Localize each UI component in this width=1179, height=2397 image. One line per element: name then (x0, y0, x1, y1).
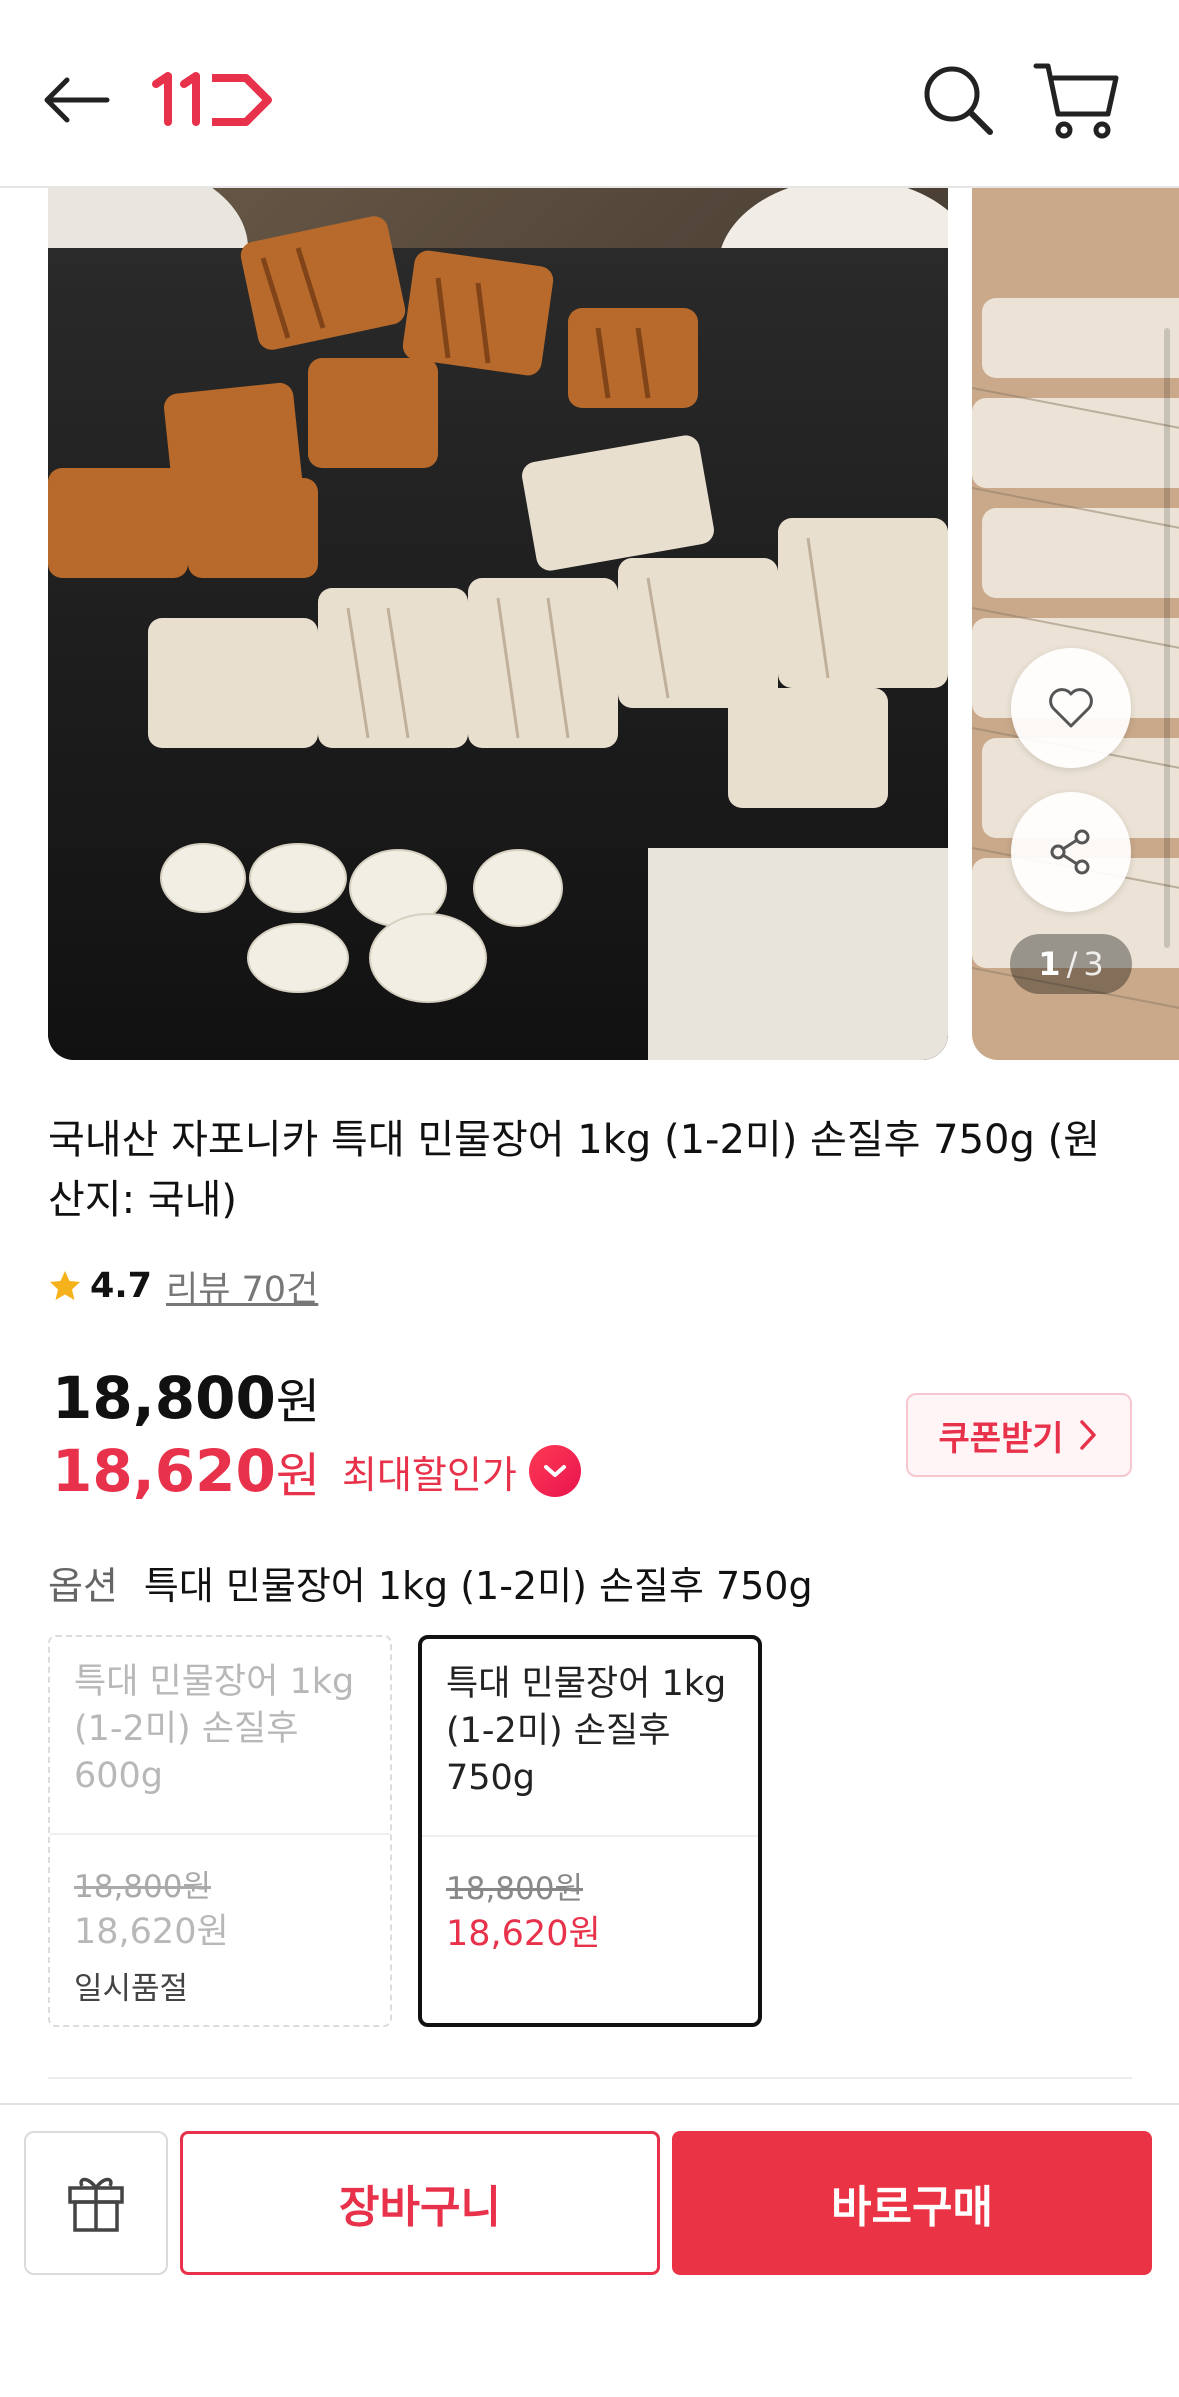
11st-logo[interactable] (150, 70, 280, 130)
coupon-button[interactable]: 쿠폰받기 (906, 1393, 1132, 1477)
sale-price-currency: 원 (275, 1448, 320, 1504)
coupon-button-label: 쿠폰받기 (938, 1418, 1064, 1459)
buy-now-button[interactable]: 바로구매 (672, 2131, 1152, 2275)
sale-price: 18,620 원 최대할인가 (52, 1436, 581, 1506)
option-card-600g[interactable]: 특대 민물장어 1kg (1-2미) 손질후 600g 18,800원 18,6… (48, 1635, 392, 2027)
carousel-scrollbar (1164, 328, 1170, 948)
star-icon (50, 1271, 80, 1300)
original-price: 18,800원 (52, 1362, 320, 1432)
back-button[interactable] (38, 62, 114, 138)
original-price-currency: 원 (275, 1374, 320, 1430)
chevron-down-icon (543, 1465, 566, 1477)
option-selected-text: 특대 민물장어 1kg (1-2미) 손질후 750g (143, 1564, 813, 1608)
pager-separator: / (1066, 945, 1078, 983)
max-discount-toggle[interactable] (528, 1445, 581, 1497)
heart-icon (1049, 688, 1093, 728)
gift-button[interactable] (24, 2131, 168, 2275)
cart-button[interactable] (1032, 58, 1122, 142)
gift-icon (68, 2177, 124, 2232)
image-pager: 1 / 3 (1010, 934, 1132, 994)
wishlist-button[interactable] (1011, 648, 1131, 768)
product-title: 국내산 자포니카 특대 민물장어 1kg (1-2미) 손질후 750g (원산… (48, 1117, 1101, 1223)
cart-icon (1033, 63, 1119, 139)
review-count-link[interactable]: 리뷰 70건 (166, 1261, 318, 1312)
add-to-cart-button[interactable]: 장바구니 (180, 2131, 660, 2275)
product-image-next[interactable] (972, 188, 1179, 1060)
bottom-action-bar: 장바구니 바로구매 (0, 2103, 1179, 2397)
section-divider (48, 2077, 1132, 2079)
option-divider (50, 1833, 390, 1835)
option-sale-price: 18,620원 (74, 1912, 229, 1952)
rating-score: 4.7 (90, 1266, 153, 1306)
product-image-carousel[interactable]: 1 / 3 (0, 188, 1179, 1060)
option-divider (422, 1835, 758, 1837)
original-price-value: 18,800 (52, 1364, 276, 1432)
back-arrow-icon (44, 77, 110, 123)
pager-total: 3 (1083, 945, 1104, 983)
chevron-right-icon (1079, 1420, 1096, 1450)
option-name: 특대 민물장어 1kg (1-2미) 손질후 750g (446, 1664, 727, 1798)
option-label: 옵션 (48, 1564, 118, 1608)
option-original-price: 18,800원 (446, 1871, 583, 1907)
option-original-price: 18,800원 (74, 1869, 211, 1905)
search-icon (924, 66, 993, 135)
top-header (0, 0, 1179, 188)
rating-row: 4.7 리뷰 70건 (48, 1262, 318, 1310)
max-discount-label[interactable]: 최대할인가 (342, 1444, 517, 1499)
sale-price-value: 18,620 (52, 1437, 276, 1505)
option-status: 일시품절 (74, 1971, 189, 2007)
option-sale-price: 18,620원 (446, 1914, 601, 1954)
option-name: 특대 민물장어 1kg (1-2미) 손질후 600g (74, 1662, 355, 1796)
pager-current: 1 (1038, 945, 1061, 983)
search-button[interactable] (918, 60, 998, 140)
option-row: 옵션 특대 민물장어 1kg (1-2미) 손질후 750g (48, 1555, 813, 1610)
share-button[interactable] (1011, 792, 1131, 912)
option-card-750g[interactable]: 특대 민물장어 1kg (1-2미) 손질후 750g 18,800원 18,6… (418, 1635, 762, 2027)
product-image-main[interactable] (48, 188, 948, 1060)
share-icon (1050, 829, 1090, 875)
